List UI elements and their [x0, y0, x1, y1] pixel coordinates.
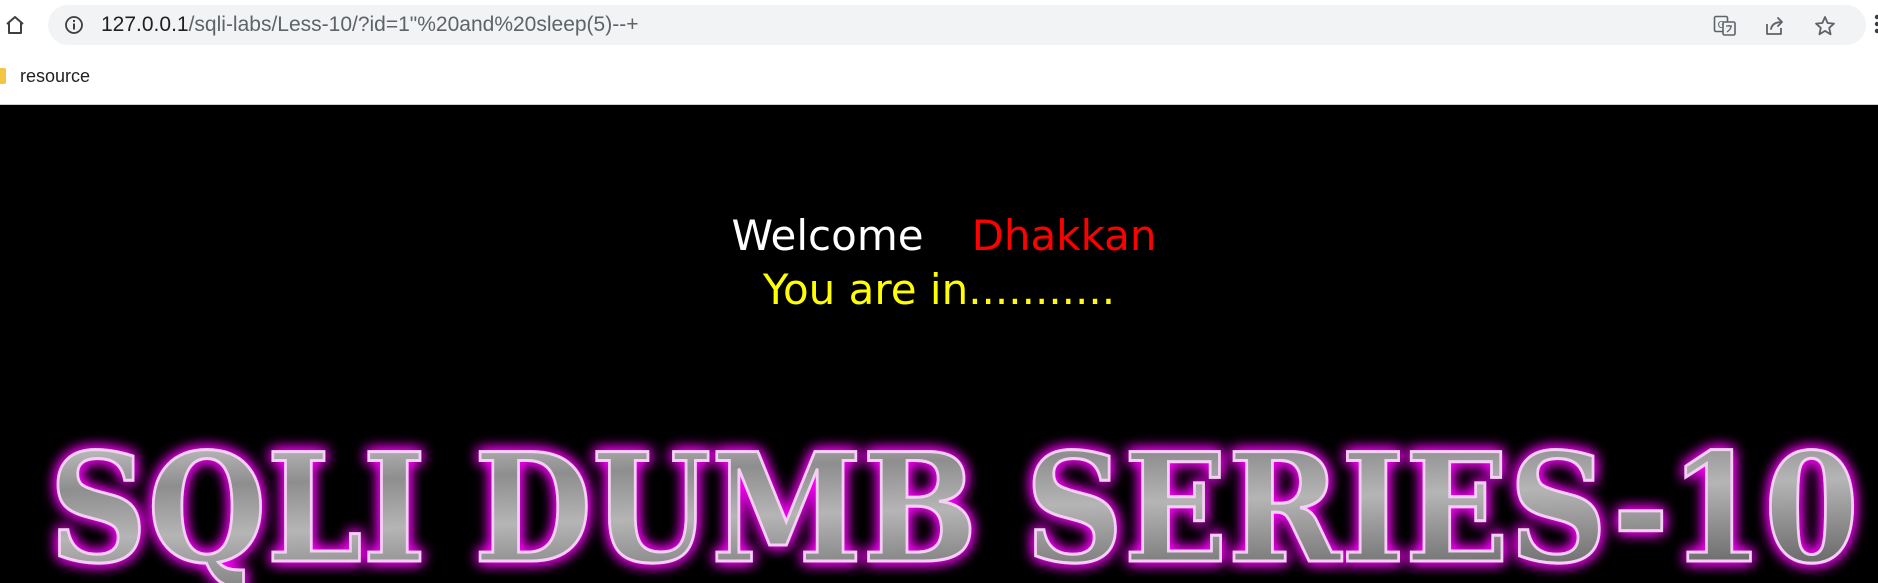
address-bar-actions: G [1712, 14, 1838, 38]
home-icon[interactable] [2, 12, 28, 38]
translate-icon[interactable]: G [1712, 14, 1738, 38]
banner-text: SQLI DUMB SERIES-10 [49, 425, 1859, 583]
info-icon[interactable] [64, 15, 84, 35]
status-message: You are in........... [762, 265, 1116, 314]
welcome-line: Welcome Dhakkan [0, 211, 1878, 261]
address-bar[interactable]: 127.0.0.1/sqli-labs/Less-10/?id=1"%20and… [48, 5, 1866, 45]
page-content: Welcome Dhakkan You are in........... SQ… [0, 105, 1878, 583]
welcome-name: Dhakkan [971, 211, 1157, 260]
url-path: /sqli-labs/Less-10/?id=1"%20and%20sleep(… [188, 13, 639, 36]
url-text[interactable]: 127.0.0.1/sqli-labs/Less-10/?id=1"%20and… [101, 14, 638, 36]
series-banner: SQLI DUMB SERIES-10 [30, 425, 1878, 583]
url-host: 127.0.0.1 [101, 13, 189, 36]
star-icon[interactable] [1812, 14, 1838, 38]
share-icon[interactable] [1762, 14, 1788, 38]
browser-chrome: 127.0.0.1/sqli-labs/Less-10/?id=1"%20and… [0, 0, 1878, 105]
bookmark-bar: resource [0, 60, 90, 92]
menu-icon[interactable] [1872, 14, 1878, 34]
folder-icon [0, 68, 6, 84]
bookmark-resource[interactable]: resource [20, 66, 90, 87]
welcome-text: Welcome [731, 211, 924, 260]
